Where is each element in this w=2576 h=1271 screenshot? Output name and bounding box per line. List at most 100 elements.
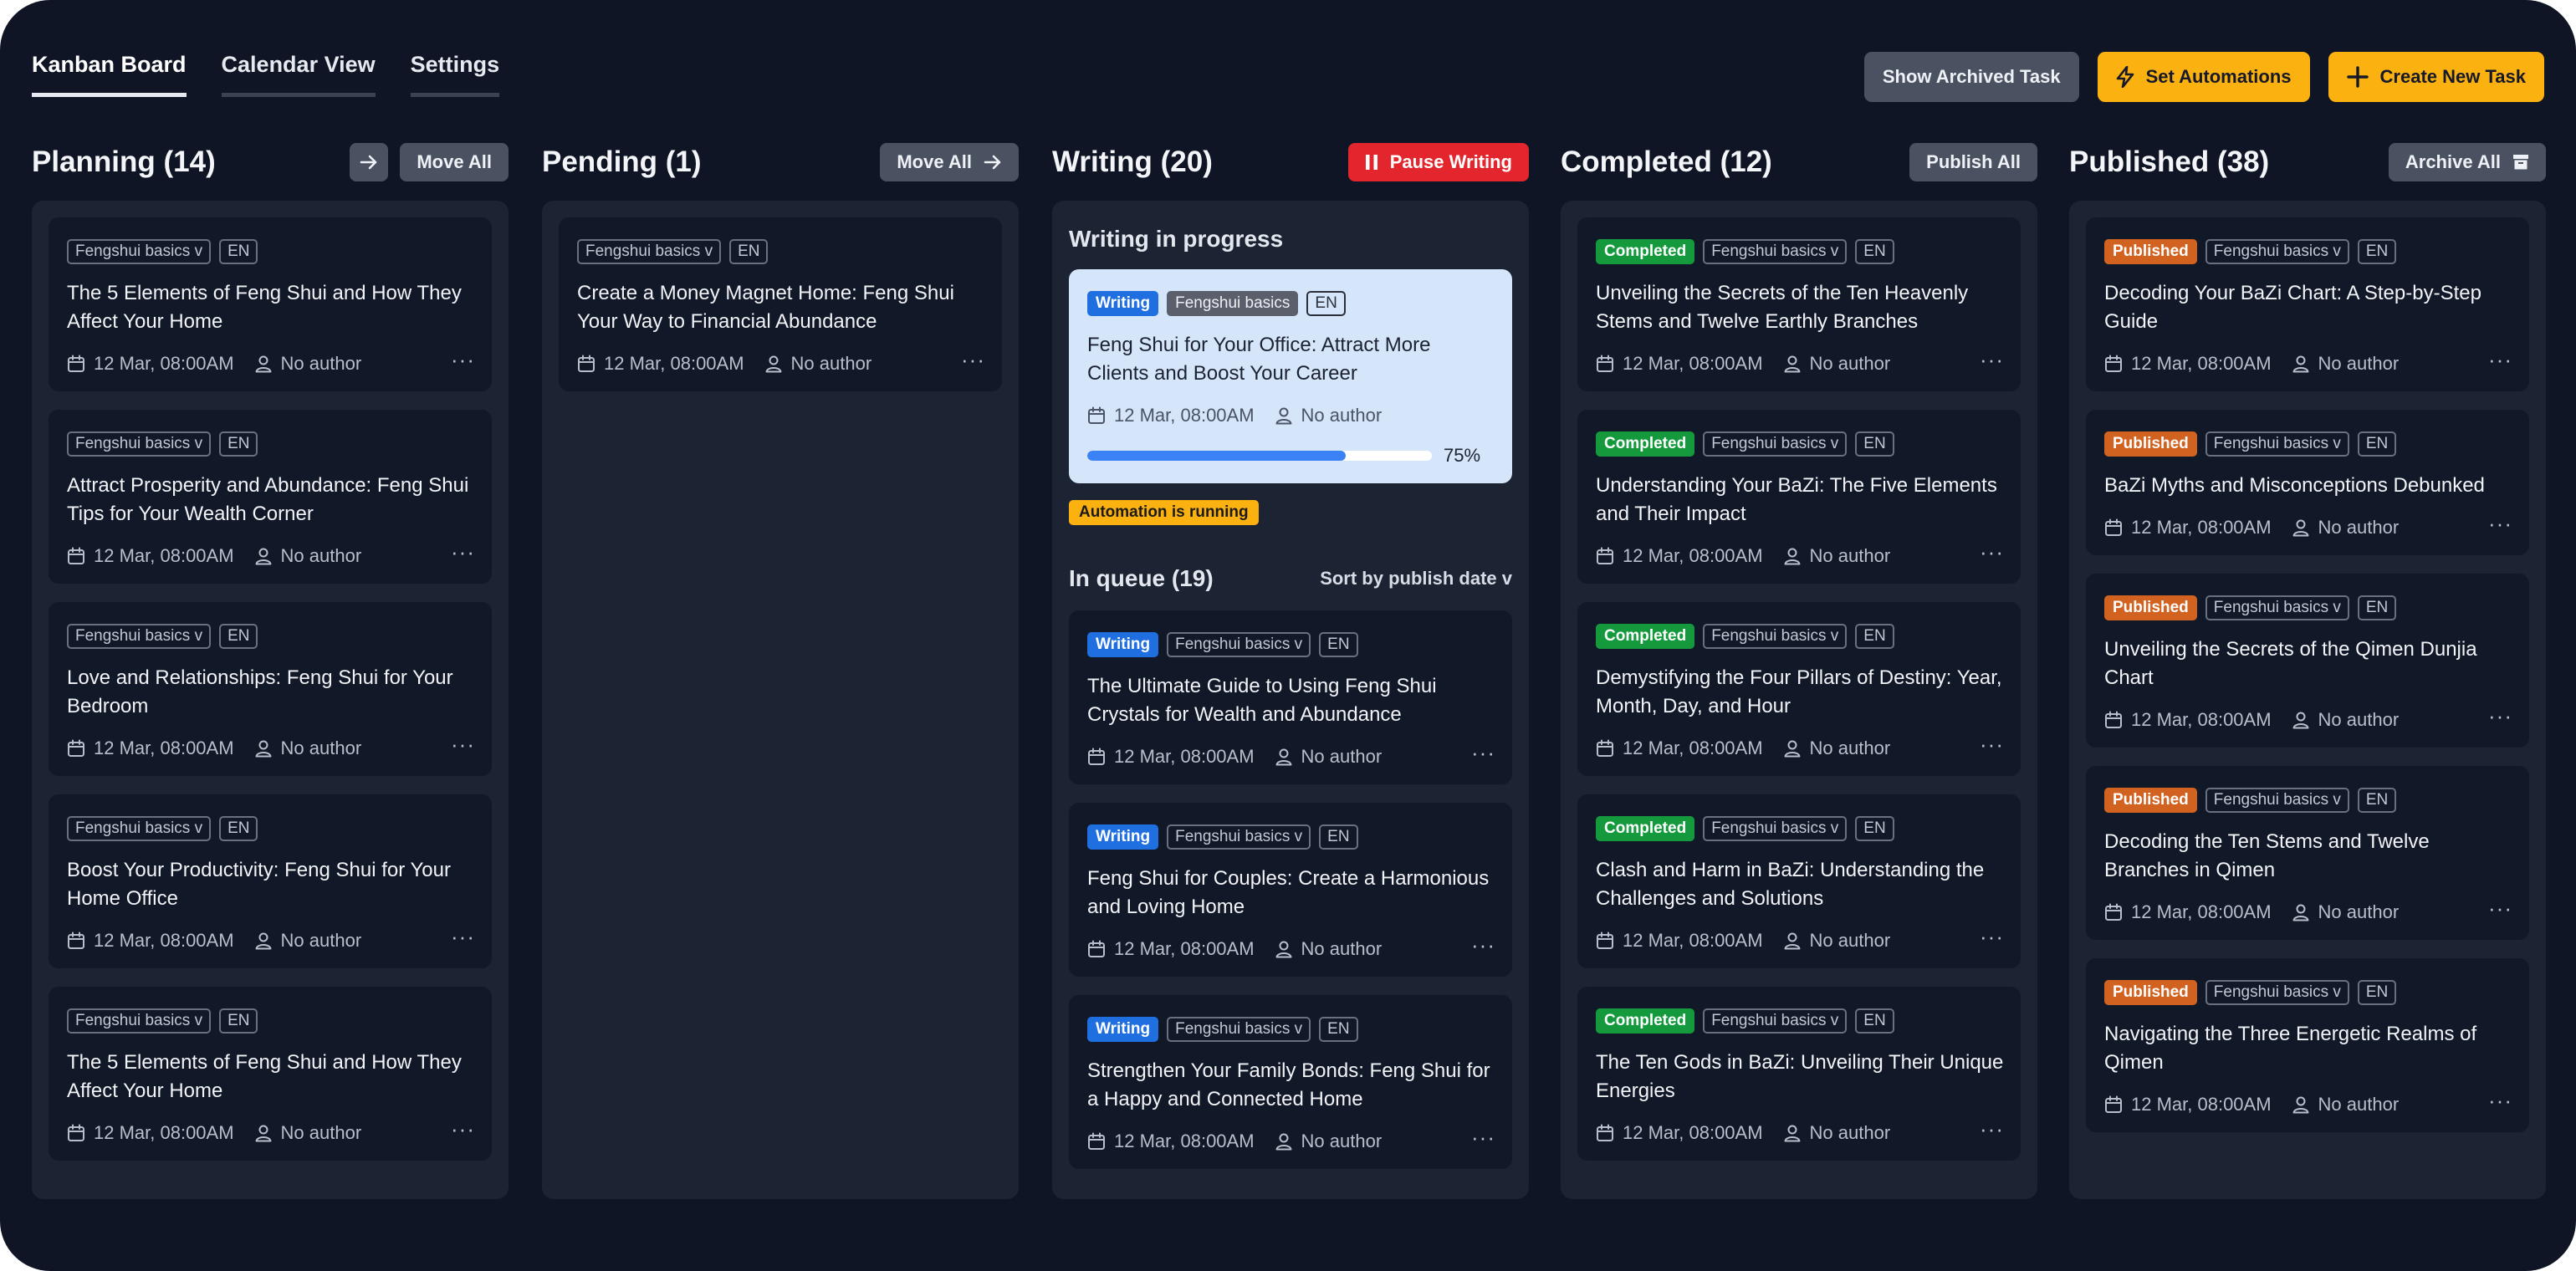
more-options-icon[interactable]: ··· — [1980, 733, 2004, 757]
category-dropdown[interactable]: Fengshui basics v — [1703, 816, 1848, 841]
more-options-icon[interactable]: ··· — [2488, 1090, 2512, 1113]
more-options-icon[interactable]: ··· — [451, 349, 475, 372]
task-date: 12 Mar, 08:00AM — [94, 545, 234, 566]
author-item: No author — [1783, 930, 1890, 952]
more-options-icon[interactable]: ··· — [1471, 742, 1495, 765]
category-dropdown[interactable]: Fengshui basics v — [67, 431, 212, 457]
category-dropdown[interactable]: Fengshui basics v — [2205, 595, 2349, 620]
move-all-button[interactable]: Move All — [400, 143, 509, 181]
set-automations-button[interactable]: Set Automations — [2097, 52, 2310, 102]
task-meta: 12 Mar, 08:00AM No author ··· — [1596, 541, 2004, 567]
more-options-icon[interactable]: ··· — [1980, 349, 2004, 372]
task-card[interactable]: Writing Fengshui basics v EN The Ultimate G… — [1069, 610, 1512, 784]
category-dropdown[interactable]: Fengshui basics v — [1703, 1008, 1848, 1034]
publish-all-button[interactable]: Publish All — [1909, 143, 2037, 181]
more-options-icon[interactable]: ··· — [2488, 897, 2512, 921]
task-date: 12 Mar, 08:00AM — [2131, 709, 2272, 730]
category-dropdown[interactable]: Fengshui basics v — [2205, 788, 2349, 813]
more-options-icon[interactable]: ··· — [2488, 349, 2512, 372]
category-dropdown[interactable]: Fengshui basics v — [1167, 1017, 1311, 1042]
date-item: 12 Mar, 08:00AM — [67, 738, 234, 759]
task-card[interactable]: Published Fengshui basics v EN Decoding You… — [2086, 217, 2529, 391]
category-dropdown[interactable]: Fengshui basics v — [2205, 431, 2349, 457]
category-dropdown[interactable]: Fengshui basics v — [1167, 824, 1311, 850]
task-author: No author — [2318, 709, 2400, 730]
task-card[interactable]: Fengshui basics v EN Love and Relationship… — [49, 602, 492, 776]
task-card[interactable]: Published Fengshui basics v EN Navigating t… — [2086, 958, 2529, 1132]
task-date: 12 Mar, 08:00AM — [2131, 517, 2272, 538]
more-options-icon[interactable]: ··· — [1471, 934, 1495, 957]
task-card[interactable]: Completed Fengshui basics v EN The Ten Gods… — [1577, 987, 2021, 1161]
date-item: 12 Mar, 08:00AM — [67, 930, 234, 952]
more-options-icon[interactable]: ··· — [2488, 705, 2512, 728]
task-title: Navigating the Three Energetic Realms of… — [2104, 1023, 2477, 1074]
language-badge: EN — [219, 1008, 258, 1034]
more-options-icon[interactable]: ··· — [1471, 1126, 1495, 1150]
active-task-card[interactable]: Writing Fengshui basics EN Feng Shui for Yo… — [1069, 269, 1512, 483]
author-item: No author — [1275, 938, 1382, 960]
view-tabs: Kanban Board Calendar View Settings — [32, 52, 500, 97]
user-icon — [1275, 940, 1293, 958]
more-options-icon[interactable]: ··· — [451, 926, 475, 949]
pause-writing-button[interactable]: Pause Writing — [1347, 143, 1529, 181]
move-next-button[interactable] — [350, 143, 389, 181]
category-dropdown[interactable]: Fengshui basics v — [67, 239, 212, 264]
category-dropdown[interactable]: Fengshui basics v — [1703, 239, 1848, 264]
calendar-icon — [2104, 355, 2123, 373]
more-options-icon[interactable]: ··· — [451, 1118, 475, 1141]
category-dropdown[interactable]: Fengshui basics v — [67, 624, 212, 649]
tab-calendar-view[interactable]: Calendar View — [221, 52, 376, 97]
task-card[interactable]: Completed Fengshui basics v EN Clash and Ha… — [1577, 794, 2021, 968]
task-card[interactable]: Published Fengshui basics v EN BaZi Myths a… — [2086, 410, 2529, 555]
archive-all-button[interactable]: Archive All — [2388, 143, 2546, 181]
category-dropdown[interactable]: Fengshui basics v — [67, 1008, 212, 1034]
task-card[interactable]: Published Fengshui basics v EN Unveiling th… — [2086, 574, 2529, 748]
task-card[interactable]: Completed Fengshui basics v EN Demystifying… — [1577, 602, 2021, 776]
tag-row: Completed Fengshui basics v EN — [1596, 624, 2004, 649]
tag-row: Completed Fengshui basics v EN — [1596, 431, 2004, 457]
more-options-icon[interactable]: ··· — [1980, 1118, 2004, 1141]
task-card[interactable]: Fengshui basics v EN The 5 Elements of Fen… — [49, 987, 492, 1161]
task-meta: 12 Mar, 08:00AM No author ··· — [67, 1118, 475, 1144]
task-card[interactable]: Fengshui basics v EN Create a Money Magnet… — [559, 217, 1002, 391]
more-options-icon[interactable]: ··· — [2488, 513, 2512, 536]
task-card[interactable]: Fengshui basics v EN The 5 Elements of Fen… — [49, 217, 492, 391]
task-card[interactable]: Fengshui basics v EN Boost Your Productivi… — [49, 794, 492, 968]
card-list: Fengshui basics v EN Create a Money Magnet… — [559, 217, 1002, 391]
more-options-icon[interactable]: ··· — [1980, 926, 2004, 949]
calendar-icon — [67, 1124, 85, 1142]
language-badge: EN — [2357, 788, 2397, 813]
date-item: 12 Mar, 08:00AM — [1596, 353, 1763, 375]
calendar-icon — [577, 355, 595, 373]
task-card[interactable]: Completed Fengshui basics v EN Unveiling th… — [1577, 217, 2021, 391]
more-options-icon[interactable]: ··· — [1980, 541, 2004, 564]
category-dropdown[interactable]: Fengshui basics v — [577, 239, 722, 264]
create-new-task-button[interactable]: Create New Task — [2328, 52, 2544, 102]
category-dropdown[interactable]: Fengshui basics v — [1703, 431, 1848, 457]
category-dropdown[interactable]: Fengshui basics v — [1703, 624, 1848, 649]
tab-kanban-board[interactable]: Kanban Board — [32, 52, 187, 97]
task-meta: 12 Mar, 08:00AM No author ··· — [1087, 934, 1495, 960]
more-options-icon[interactable]: ··· — [451, 541, 475, 564]
category-dropdown[interactable]: Fengshui basics v — [67, 816, 212, 841]
task-meta: 12 Mar, 08:00AM No author ··· — [1596, 1118, 2004, 1144]
task-card[interactable]: Fengshui basics v EN Attract Prosperity an… — [49, 410, 492, 584]
progress-percent: 75% — [1444, 445, 1481, 466]
task-card[interactable]: Writing Fengshui basics v EN Feng Shui for … — [1069, 803, 1512, 977]
more-options-icon[interactable]: ··· — [961, 349, 985, 372]
category-dropdown[interactable]: Fengshui basics v — [2205, 980, 2349, 1005]
category-dropdown[interactable]: Fengshui basics v — [1167, 632, 1311, 657]
date-item: 12 Mar, 08:00AM — [1087, 1131, 1255, 1152]
task-card[interactable]: Published Fengshui basics v EN Decoding the… — [2086, 766, 2529, 940]
show-archived-button[interactable]: Show Archived Task — [1863, 52, 2079, 102]
tab-settings[interactable]: Settings — [410, 52, 500, 97]
plus-icon — [2346, 66, 2369, 88]
sort-dropdown[interactable]: Sort by publish date v — [1320, 568, 1512, 590]
move-all-button[interactable]: Move All — [880, 143, 1019, 181]
task-card[interactable]: Completed Fengshui basics v EN Understandin… — [1577, 410, 2021, 584]
task-card[interactable]: Writing Fengshui basics v EN Strengthen You… — [1069, 995, 1512, 1169]
category-dropdown[interactable]: Fengshui basics v — [2205, 239, 2349, 264]
date-item: 12 Mar, 08:00AM — [2104, 353, 2272, 375]
task-title: Strengthen Your Family Bonds: Feng Shui … — [1087, 1059, 1490, 1110]
more-options-icon[interactable]: ··· — [451, 733, 475, 757]
